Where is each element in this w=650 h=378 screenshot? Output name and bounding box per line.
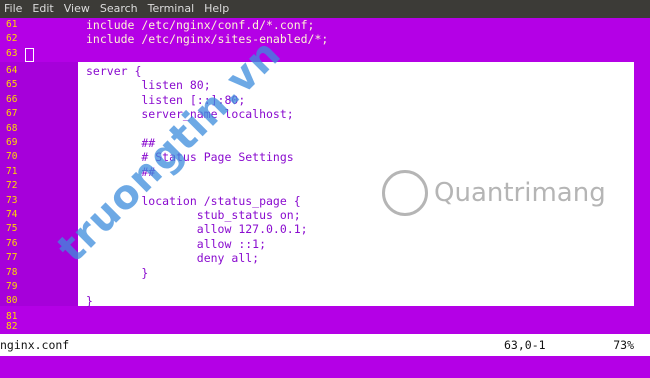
line-number: 73 — [6, 194, 18, 206]
menu-edit[interactable]: Edit — [28, 0, 59, 18]
line-number: 80 — [6, 295, 18, 307]
line-text: } — [86, 265, 149, 280]
code-line: 78 } — [0, 266, 650, 280]
watermark-logo-icon — [382, 170, 428, 216]
line-number: 62 — [6, 33, 18, 45]
line-number: 82 — [6, 321, 18, 332]
menu-terminal[interactable]: Terminal — [144, 0, 201, 18]
status-scroll-percent: 73% — [613, 338, 634, 352]
code-line: 69 ## — [0, 136, 650, 150]
line-number: 70 — [6, 151, 18, 163]
line-text: include /etc/nginx/conf.d/*.conf; — [86, 18, 315, 32]
menu-search[interactable]: Search — [96, 0, 144, 18]
menu-help[interactable]: Help — [200, 0, 235, 18]
code-line: 66 listen [::]:80; — [0, 93, 650, 107]
line-number: 74 — [6, 209, 18, 220]
menu-view[interactable]: View — [60, 0, 96, 18]
line-text: } — [86, 294, 93, 309]
code-line: 67 server_name localhost; — [0, 107, 650, 121]
line-number: 71 — [6, 165, 18, 177]
line-number: 65 — [6, 79, 18, 91]
code-line: 80 } — [0, 294, 650, 308]
line-number: 63 — [6, 47, 18, 59]
code-line: 62 include /etc/nginx/sites-enabled/*; — [0, 32, 650, 46]
line-text: listen 80; — [86, 78, 211, 93]
code-line: 79 — [0, 280, 650, 294]
menu-file[interactable]: File — [0, 0, 28, 18]
watermark-right: Quantrimang — [382, 170, 606, 216]
line-number: 66 — [6, 93, 18, 105]
line-number: 76 — [6, 237, 18, 249]
text-cursor — [25, 48, 34, 62]
line-number: 61 — [6, 19, 18, 30]
code-line: 68 — [0, 122, 650, 136]
status-filename: nginx.conf — [0, 338, 70, 352]
code-line: 65 listen 80; — [0, 78, 650, 92]
code-line: 64 server { — [0, 64, 650, 78]
status-cursor-position: 63,0-1 — [504, 338, 546, 352]
line-text: include /etc/nginx/sites-enabled/*; — [86, 32, 329, 47]
watermark-right-text: Quantrimang — [434, 178, 606, 208]
code-line: 63 — [0, 47, 650, 61]
line-number: 78 — [6, 266, 18, 278]
line-number: 67 — [6, 108, 18, 120]
menu-bar: File Edit View Search Terminal Help — [0, 0, 650, 18]
line-number: 77 — [6, 252, 18, 264]
status-bar: nginx.conf 63,0-1 73% — [0, 334, 650, 356]
line-text: server { — [86, 64, 142, 78]
code-line: 82 — [0, 320, 650, 334]
code-line: 70 # Status Page Settings — [0, 150, 650, 164]
line-number: 64 — [6, 65, 18, 76]
line-number: 68 — [6, 122, 18, 134]
line-number: 69 — [6, 137, 18, 148]
line-number: 75 — [6, 223, 18, 235]
line-number: 72 — [6, 180, 18, 192]
line-text: deny all; — [86, 251, 260, 266]
line-number: 79 — [6, 281, 18, 292]
code-line: 61 include /etc/nginx/conf.d/*.conf; — [0, 18, 650, 32]
